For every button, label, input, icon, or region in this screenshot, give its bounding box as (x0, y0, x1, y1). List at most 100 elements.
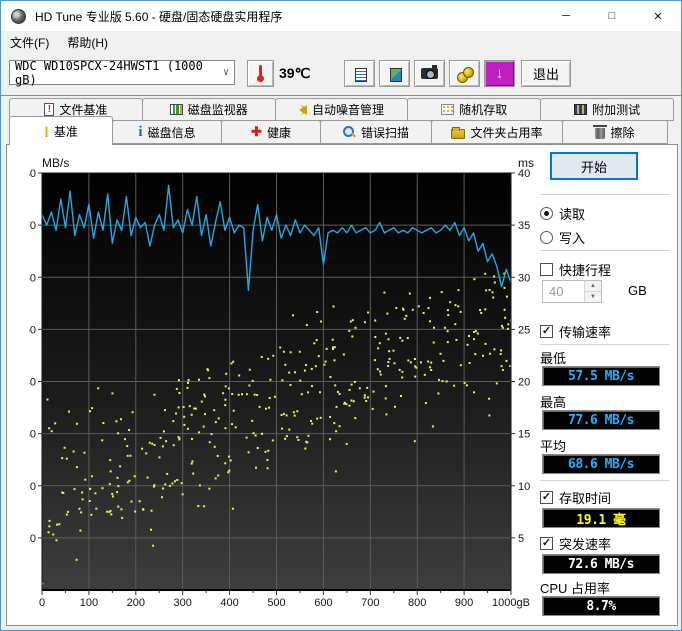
random-access-icon (441, 104, 455, 115)
svg-text:500: 500 (267, 597, 285, 609)
separator (540, 194, 670, 196)
screenshot-button[interactable] (414, 60, 445, 87)
tab-health[interactable]: ✚ 健康 (221, 120, 321, 144)
tab-label: 错误扫描 (360, 125, 409, 140)
burst-checkbox[interactable]: ✓ (540, 536, 553, 550)
menu-bar: 文件(F) 帮助(H) (1, 31, 681, 54)
menu-file[interactable]: 文件(F) (1, 31, 58, 54)
svg-text:60: 60 (29, 272, 36, 284)
tab-label: 文件夹占用率 (470, 125, 543, 140)
tab-extra-tests[interactable]: 附加测试 (540, 98, 674, 121)
copy-image-icon (386, 64, 402, 82)
close-button[interactable]: ✕ (635, 1, 681, 31)
max-value-display: 77.6 MB/s (542, 410, 660, 430)
svg-text:900: 900 (455, 597, 473, 609)
coins-button[interactable] (449, 60, 480, 87)
thermometer-icon (256, 65, 265, 82)
tab-erase[interactable]: 擦除 (562, 120, 668, 144)
tab-label: 磁盘监视器 (187, 103, 248, 117)
disk-monitor-icon (169, 104, 183, 115)
access-time-display: 19.1 毫 (542, 508, 660, 528)
short-stroke-label: 快捷行程 (559, 262, 612, 278)
svg-text:10: 10 (518, 481, 530, 493)
burst-display: 72.6 MB/s (542, 554, 660, 574)
svg-text:100: 100 (80, 597, 98, 609)
min-label: 最低 (540, 351, 567, 366)
benchmark-icon: ! (44, 123, 49, 139)
health-cross-icon: ✚ (251, 124, 262, 139)
burst-option[interactable]: ✓ 突发速率 (540, 534, 676, 552)
short-stroke-size-value: 40 (549, 284, 564, 299)
avg-value-display: 68.6 MB/s (542, 454, 660, 474)
title-bar: HD Tune 专业版 5.60 - 硬盘/固态硬盘实用程序 ─ □ ✕ (1, 1, 681, 31)
tab-disk-info[interactable]: i 磁盘信息 (112, 120, 222, 144)
short-stroke-option[interactable]: ✓ 快捷行程 (540, 260, 676, 278)
svg-text:80: 80 (29, 168, 36, 180)
tab-aam[interactable]: 自动噪音管理 (274, 98, 409, 121)
tab-label: 附加测试 (592, 103, 641, 117)
svg-text:15: 15 (518, 429, 530, 441)
svg-text:50: 50 (29, 324, 36, 336)
svg-text:25: 25 (518, 324, 530, 336)
write-radio[interactable] (540, 230, 553, 244)
svg-text:MB/s: MB/s (42, 156, 69, 170)
tab-benchmark[interactable]: ! 基准 (9, 116, 113, 145)
svg-text:1000gB: 1000gB (492, 597, 530, 609)
app-window: HD Tune 专业版 5.60 - 硬盘/固态硬盘实用程序 ─ □ ✕ 文件(… (0, 0, 682, 631)
drive-select-value: WDC WD10SPCX-24HWST1 (1000 gB) (15, 58, 203, 87)
svg-text:600: 600 (314, 597, 332, 609)
app-icon (11, 8, 26, 24)
copy-image-button[interactable] (379, 60, 410, 87)
svg-text:0: 0 (39, 597, 45, 609)
separator (540, 480, 670, 482)
menu-help[interactable]: 帮助(H) (58, 31, 117, 54)
cpu-display: 8.7% (542, 596, 660, 616)
toolbar: WDC WD10SPCX-24HWST1 (1000 gB) ∨ 39℃ ↓ 退… (1, 54, 681, 96)
tab-label: 随机存取 (459, 103, 508, 117)
transfer-label: 传输速率 (559, 324, 612, 340)
access-time-checkbox[interactable]: ✓ (540, 490, 553, 504)
tab-random-access[interactable]: 随机存取 (407, 98, 542, 121)
copy-text-icon (351, 64, 367, 82)
svg-text:35: 35 (518, 220, 530, 232)
tab-folder-usage[interactable]: 文件夹占用率 (431, 120, 563, 144)
svg-text:300: 300 (174, 597, 192, 609)
write-option[interactable]: 写入 (540, 228, 676, 246)
svg-text:30: 30 (518, 272, 530, 284)
camera-icon (421, 65, 438, 79)
copy-text-button[interactable] (344, 60, 375, 87)
separator (540, 344, 670, 346)
speaker-icon (298, 104, 307, 115)
max-label: 最高 (540, 395, 567, 410)
tab-label: 健康 (266, 125, 291, 140)
transfer-option[interactable]: ✓ 传输速率 (540, 322, 676, 340)
separator (540, 250, 670, 252)
short-stroke-checkbox[interactable]: ✓ (540, 262, 553, 276)
tab-error-scan[interactable]: 错误扫描 (320, 120, 432, 144)
short-stroke-size-field[interactable]: 40 ▲ ▼ (542, 280, 602, 303)
svg-text:20: 20 (518, 377, 530, 389)
start-button[interactable]: 开始 (550, 152, 638, 180)
temperature-button[interactable] (247, 60, 274, 87)
file-benchmark-icon: ! (44, 103, 55, 116)
svg-text:10: 10 (29, 533, 36, 545)
spin-up-button[interactable]: ▲ (585, 281, 601, 292)
benchmark-chart: 8070605040302010403530252015105010020030… (29, 156, 534, 609)
transfer-checkbox[interactable]: ✓ (540, 324, 553, 338)
read-radio[interactable] (540, 206, 553, 220)
cpu-label: CPU 占用率 (540, 581, 611, 596)
tab-label: 磁盘信息 (147, 125, 196, 140)
exit-button[interactable]: 退出 (521, 60, 571, 87)
minimize-button[interactable]: ─ (543, 1, 589, 31)
tab-disk-monitor[interactable]: 磁盘监视器 (141, 98, 276, 121)
temperature-value: 39℃ (279, 65, 311, 81)
short-stroke-unit: GB (628, 283, 647, 298)
drive-select[interactable]: WDC WD10SPCX-24HWST1 (1000 gB) ∨ (9, 58, 235, 87)
maximize-button[interactable]: □ (589, 1, 635, 31)
access-time-option[interactable]: ✓ 存取时间 (540, 488, 676, 506)
download-button[interactable]: ↓ (484, 60, 515, 87)
avg-label: 平均 (540, 439, 567, 454)
read-option[interactable]: 读取 (540, 204, 676, 222)
spin-down-button[interactable]: ▼ (585, 292, 601, 302)
svg-text:200: 200 (127, 597, 145, 609)
